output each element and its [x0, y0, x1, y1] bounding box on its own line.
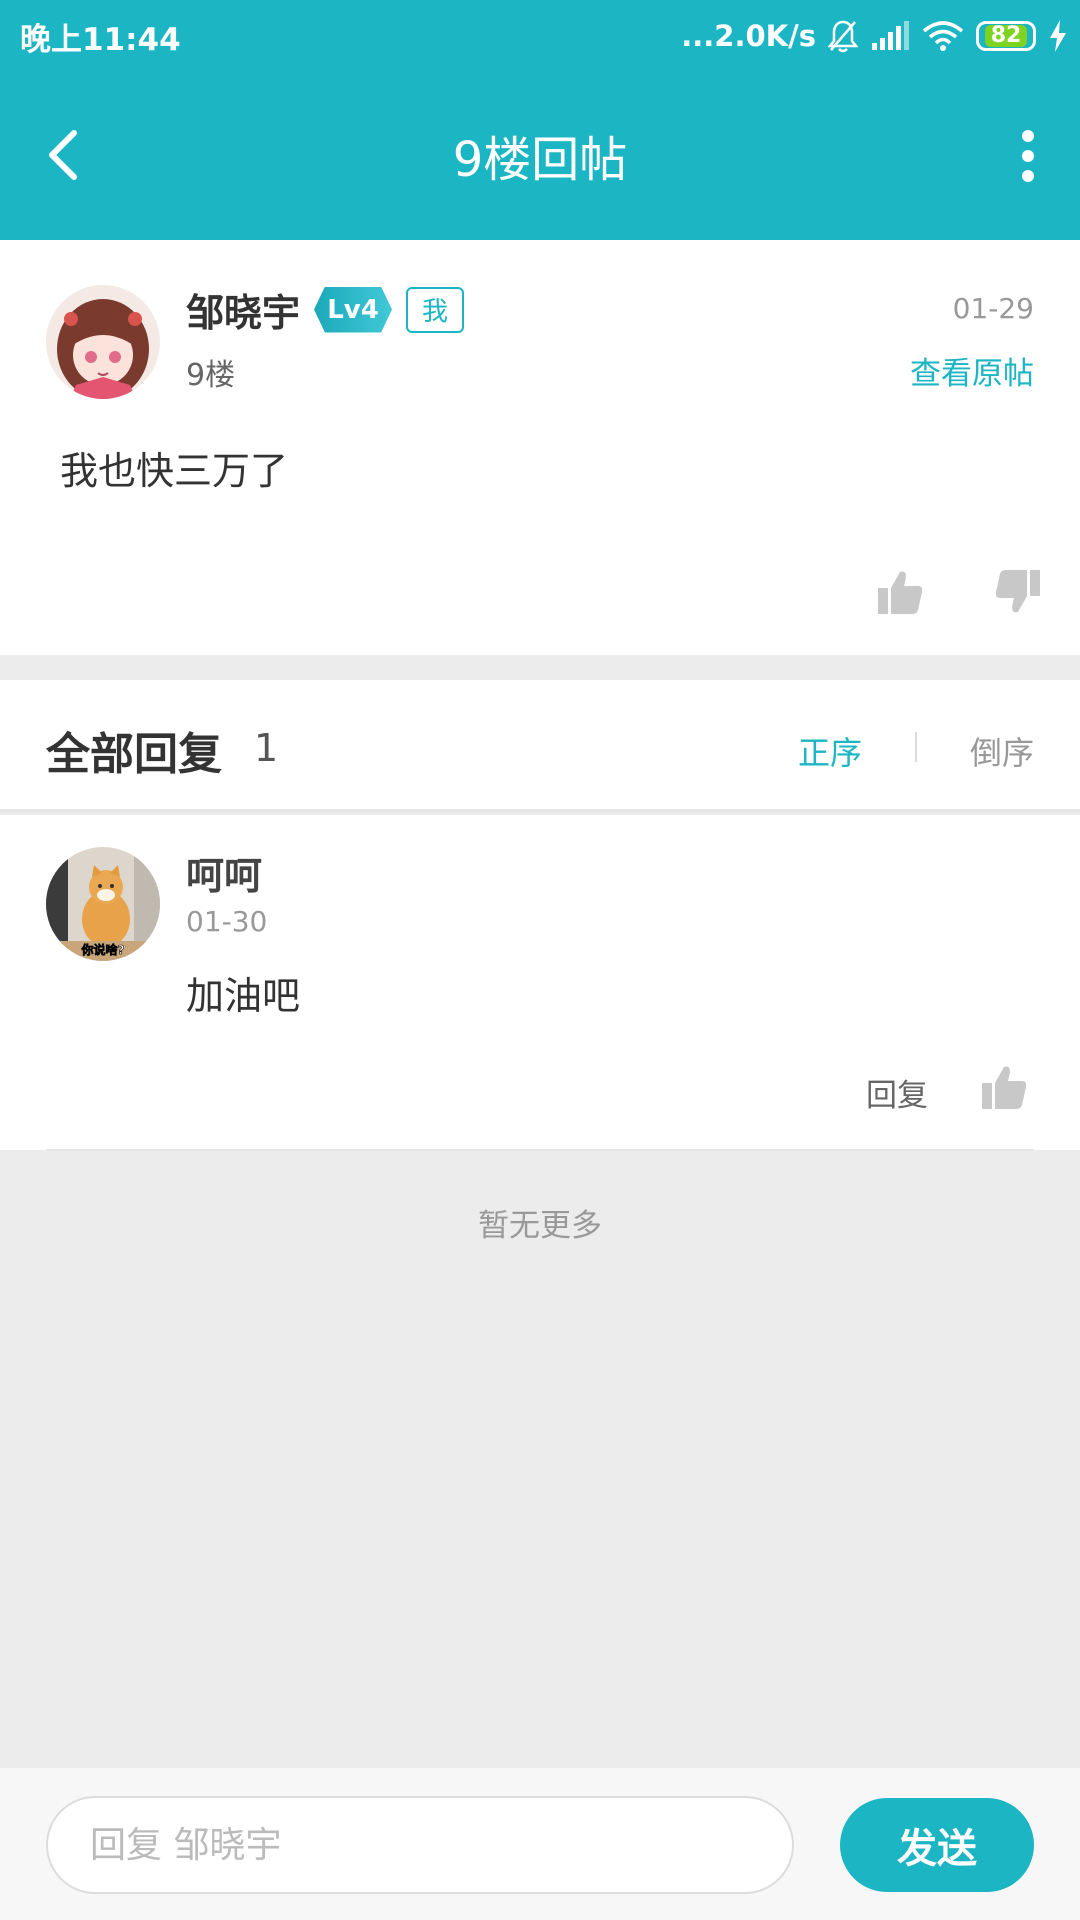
anime-avatar-image	[46, 285, 160, 399]
more-dot	[1022, 150, 1034, 162]
me-badge: 我	[406, 286, 465, 333]
reply-input-bar: 发送	[0, 1768, 1080, 1920]
post-card: 邹晓宇 Lv4 我 9楼 01-29 查看原帖 我也快三万了	[0, 240, 1080, 655]
no-more-label: 暂无更多	[478, 1208, 602, 1244]
replier-name[interactable]: 呵呵	[186, 845, 262, 900]
signal-icon	[872, 21, 909, 50]
list-item: 你说啥? 呵呵 01-30 加油吧 回复	[0, 815, 1080, 1151]
author-name[interactable]: 邹晓宇	[186, 282, 300, 337]
reply-like-button[interactable]	[980, 1063, 1028, 1115]
page-title: 9楼回帖	[452, 132, 628, 188]
more-dot	[1022, 170, 1034, 182]
thumbs-up-icon	[982, 1066, 1027, 1109]
post-floor: 9楼	[186, 358, 236, 393]
author-avatar[interactable]	[46, 285, 160, 399]
status-time: 晚上11:44	[20, 22, 181, 58]
cat-avatar-image: 你说啥?	[46, 847, 160, 961]
replies-title: 全部回复	[46, 729, 222, 780]
post-date: 01-29	[952, 292, 1034, 325]
app-header: 晚上11:44 ...2.0K/s 82 9楼回帖	[0, 0, 1080, 240]
more-dot	[1022, 130, 1034, 142]
post-content: 我也快三万了	[60, 449, 289, 493]
thumbs-up-icon	[878, 571, 923, 614]
mute-icon	[828, 20, 858, 53]
more-options-button[interactable]	[1016, 130, 1040, 182]
dislike-button[interactable]	[994, 568, 1042, 620]
replies-header: 全部回复 1 正序 倒序	[0, 680, 1080, 812]
thumbs-down-icon	[995, 570, 1040, 613]
reply-input[interactable]	[46, 1796, 794, 1894]
wifi-icon	[922, 21, 964, 51]
replier-avatar[interactable]: 你说啥?	[46, 847, 160, 961]
charging-icon	[1050, 20, 1066, 52]
sort-ascending-tab[interactable]: 正序	[798, 728, 862, 774]
reply-content: 加油吧	[186, 974, 301, 1018]
battery-indicator: 82	[976, 21, 1036, 51]
send-button[interactable]: 发送	[840, 1798, 1034, 1892]
sort-divider	[915, 732, 917, 762]
sort-descending-tab[interactable]: 倒序	[970, 728, 1034, 774]
view-original-link[interactable]: 查看原帖	[910, 348, 1034, 393]
level-badge: Lv4	[314, 286, 393, 333]
network-speed: ...2.0K/s	[681, 19, 816, 53]
divider	[46, 1149, 1034, 1151]
status-icons: ...2.0K/s 82	[681, 14, 1068, 58]
avatar-caption: 你说啥?	[81, 942, 125, 957]
replies-count: 1	[254, 726, 279, 770]
author-info: 邹晓宇 Lv4 我	[186, 282, 465, 337]
battery-level: 82	[984, 25, 1028, 47]
like-button[interactable]	[876, 568, 924, 620]
reply-date: 01-30	[186, 905, 268, 938]
reply-button[interactable]: 回复	[866, 1070, 928, 1115]
